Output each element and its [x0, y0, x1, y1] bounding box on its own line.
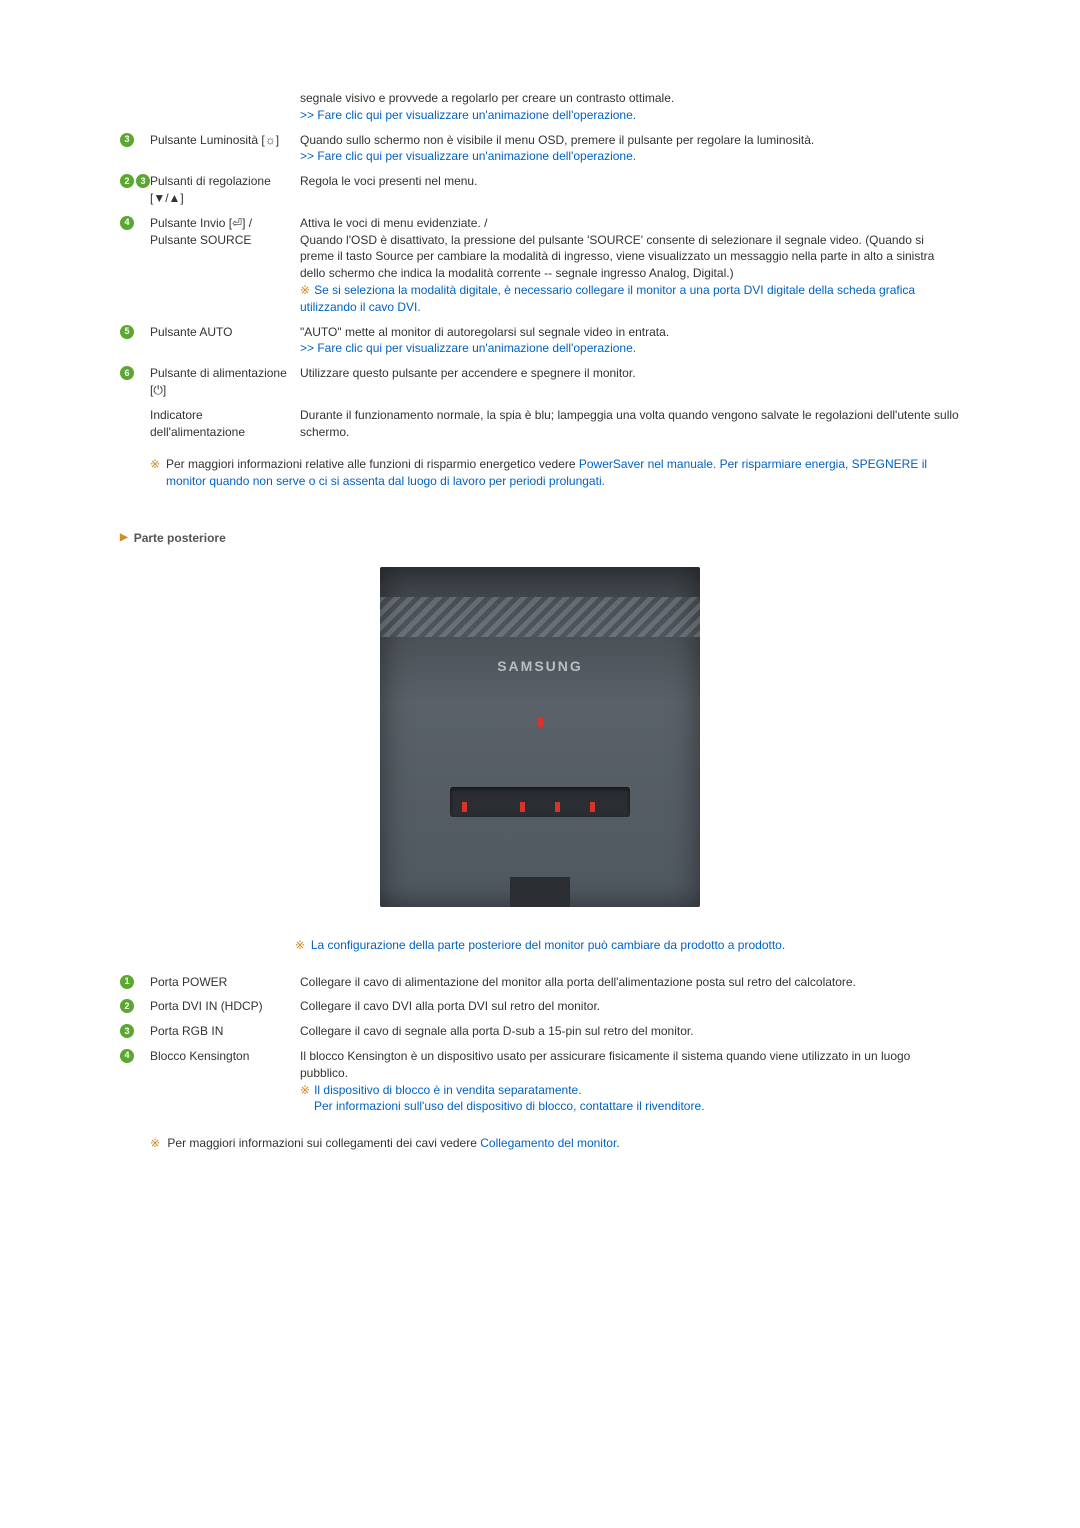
rear-ports-list: 1 Porta POWER Collegare il cavo di alime…	[120, 974, 960, 1116]
animation-link[interactable]: >> Fare clic qui per visualizzare un'ani…	[300, 341, 636, 355]
note-marker-icon: ※	[150, 1136, 160, 1150]
desc-text: Attiva le voci di menu evidenziate. / Qu…	[300, 216, 934, 280]
note-marker-icon: ※	[300, 1083, 310, 1097]
footer-plain: Per maggiori informazioni sui collegamen…	[167, 1136, 480, 1150]
number-badge: 4	[120, 1049, 134, 1063]
front-item-brightness: 3 Pulsante Luminosità [☼] Quando sullo s…	[120, 132, 960, 166]
front-item-contrast-continuation: segnale visivo e provvede a regolarlo pe…	[120, 90, 960, 124]
number-badge: 3	[120, 133, 134, 147]
number-badge: 6	[120, 366, 134, 380]
rear-item-rgb: 3 Porta RGB IN Collegare il cavo di segn…	[120, 1023, 960, 1040]
number-badge: 5	[120, 325, 134, 339]
lock-note: Il dispositivo di blocco è in vendita se…	[314, 1083, 582, 1097]
energy-saving-note: ※ Per maggiori informazioni relative all…	[120, 456, 960, 490]
desc-text: "AUTO" mette al monitor di autoregolarsi…	[300, 325, 669, 339]
front-panel-list: segnale visivo e provvede a regolarlo pe…	[120, 90, 960, 440]
monitor-rear-image: SAMSUNG	[120, 567, 960, 907]
rear-header-label: Parte posteriore	[134, 530, 226, 547]
item-label: Pulsante AUTO	[150, 324, 300, 341]
port-marker	[462, 802, 467, 812]
dvi-note: Se si seleziona la modalità digitale, è …	[300, 283, 915, 314]
item-label: Porta POWER	[150, 974, 300, 991]
item-label: Porta DVI IN (HDCP)	[150, 998, 300, 1015]
animation-link[interactable]: >> Fare clic qui per visualizzare un'ani…	[300, 149, 636, 163]
desc-text: Durante il funzionamento normale, la spi…	[300, 408, 959, 439]
connector-panel	[450, 787, 630, 817]
item-label: Pulsanti di regolazione [▼/▲]	[150, 173, 300, 207]
desc-text: Collegare il cavo di alimentazione del m…	[300, 975, 856, 989]
rear-item-dvi: 2 Porta DVI IN (HDCP) Collegare il cavo …	[120, 998, 960, 1015]
front-item-enter-source: 4 Pulsante Invio [⏎] / Pulsante SOURCE A…	[120, 215, 960, 316]
samsung-logo: SAMSUNG	[497, 657, 583, 677]
number-badge: 3	[136, 174, 150, 188]
footer-suffix: .	[616, 1136, 619, 1150]
desc-text: Collegare il cavo DVI alla porta DVI sul…	[300, 999, 600, 1013]
number-badge: 1	[120, 975, 134, 989]
front-item-auto: 5 Pulsante AUTO "AUTO" mette al monitor …	[120, 324, 960, 358]
arrow-icon: ▶	[120, 531, 128, 545]
monitor-back-illustration: SAMSUNG	[380, 567, 700, 907]
item-label: Pulsante Luminosità [☼]	[150, 132, 300, 149]
note-marker-icon: ※	[150, 456, 160, 473]
rear-item-power: 1 Porta POWER Collegare il cavo di alime…	[120, 974, 960, 991]
vent-stripes	[380, 597, 700, 637]
item-label: Pulsante di alimentazione [⏻]	[150, 365, 300, 399]
number-badge: 3	[120, 1024, 134, 1038]
item-label: Porta RGB IN	[150, 1023, 300, 1040]
rear-section-header: ▶ Parte posteriore	[120, 530, 960, 547]
desc-text: Utilizzare questo pulsante per accendere…	[300, 366, 636, 380]
animation-link[interactable]: >> Fare clic qui per visualizzare un'ani…	[300, 108, 636, 122]
port-marker	[538, 717, 543, 727]
monitor-stand	[510, 877, 570, 907]
note-plain: Per maggiori informazioni relative alle …	[166, 457, 576, 471]
port-marker	[520, 802, 525, 812]
desc-text: Quando sullo schermo non è visibile il m…	[300, 133, 814, 147]
item-label: Blocco Kensington	[150, 1048, 300, 1065]
note-marker-icon: ※	[300, 283, 310, 297]
note-marker-icon: ※	[295, 938, 305, 952]
item-label: Pulsante Invio [⏎] / Pulsante SOURCE	[150, 215, 300, 249]
desc-text: segnale visivo e provvede a regolarlo pe…	[300, 91, 674, 105]
item-label: Indicatore dell'alimentazione	[150, 407, 300, 441]
config-note-text: La configurazione della parte posteriore…	[311, 938, 785, 952]
config-variance-note: ※ La configurazione della parte posterior…	[120, 937, 960, 954]
page-content: segnale visivo e provvede a regolarlo pe…	[70, 0, 1010, 1212]
desc-text: Regola le voci presenti nel menu.	[300, 174, 477, 188]
lock-note-2: Per informazioni sull'uso del dispositiv…	[314, 1099, 704, 1113]
monitor-connection-link[interactable]: Collegamento del monitor	[480, 1136, 616, 1150]
number-badge: 2	[120, 999, 134, 1013]
front-item-power: 6 Pulsante di alimentazione [⏻] Utilizza…	[120, 365, 960, 399]
port-marker	[590, 802, 595, 812]
front-item-indicator: Indicatore dell'alimentazione Durante il…	[120, 407, 960, 441]
port-marker	[555, 802, 560, 812]
front-item-adjust: 2 3 Pulsanti di regolazione [▼/▲] Regola…	[120, 173, 960, 207]
number-badge: 4	[120, 216, 134, 230]
desc-text: Il blocco Kensington è un dispositivo us…	[300, 1049, 910, 1080]
cable-connection-note: ※ Per maggiori informazioni sui collegam…	[120, 1135, 960, 1152]
rear-item-kensington: 4 Blocco Kensington Il blocco Kensington…	[120, 1048, 960, 1115]
number-badge: 2	[120, 174, 134, 188]
desc-text: Collegare il cavo di segnale alla porta …	[300, 1024, 694, 1038]
